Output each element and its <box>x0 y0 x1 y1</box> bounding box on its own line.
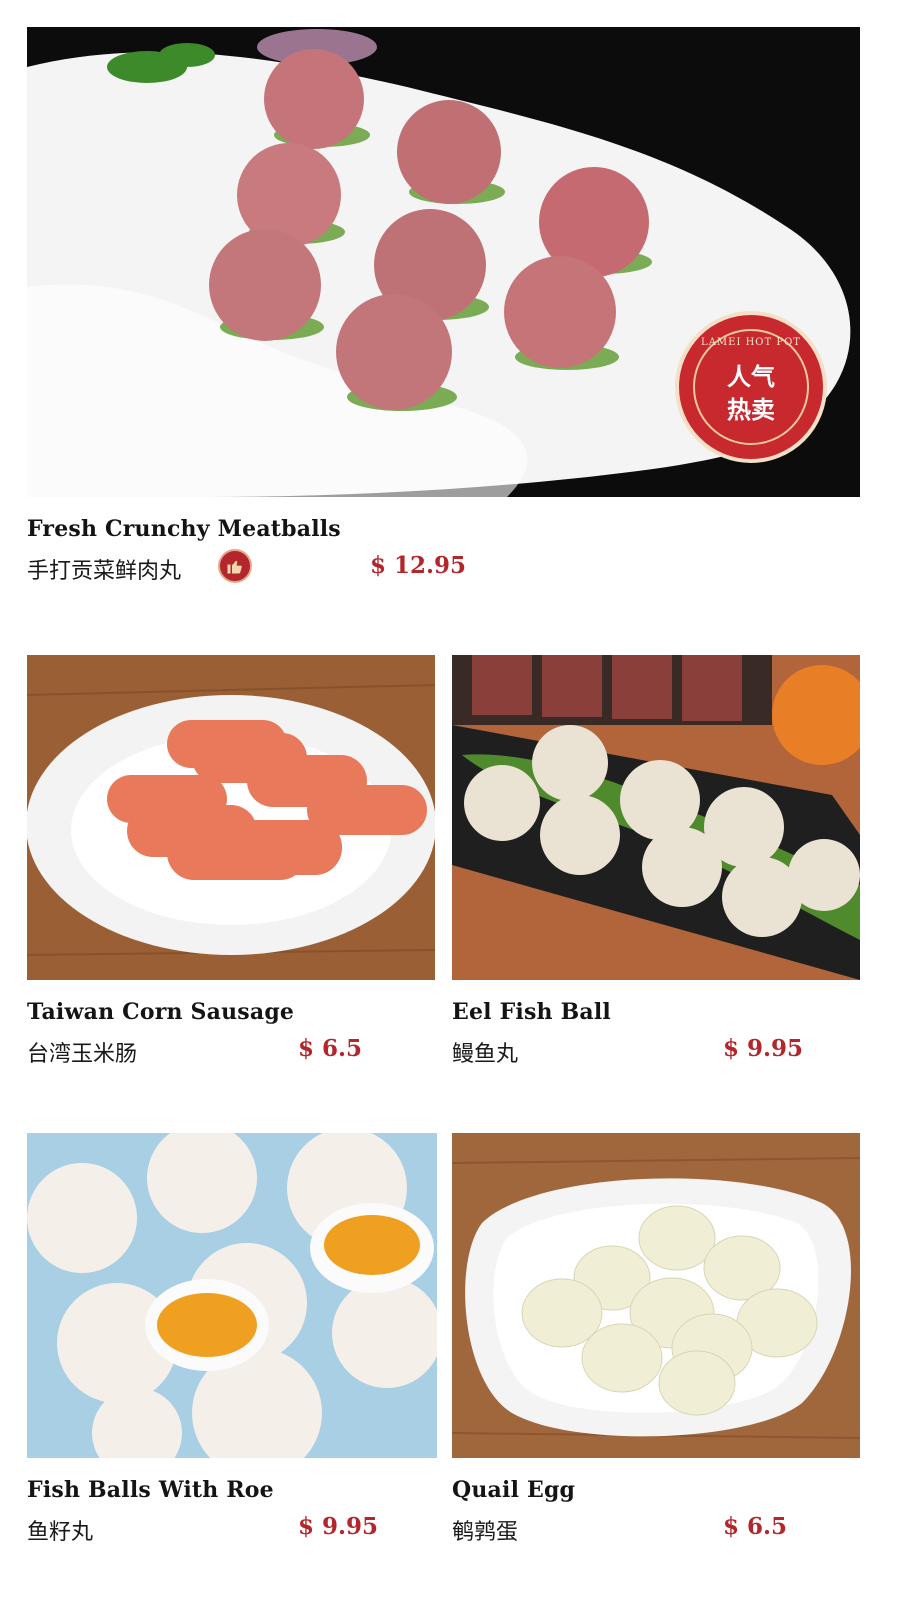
item-price: $ 9.95 <box>723 1035 804 1062</box>
item-name-cn: 手打贡菜鲜肉丸 <box>27 559 182 584</box>
item-price: $ 12.95 <box>370 552 467 579</box>
corn-sausage-photo <box>27 655 435 980</box>
badge-line1: 人气 <box>727 363 775 391</box>
item-name-en: Quail Egg <box>452 1477 576 1503</box>
item-name-cn: 鱼籽丸 <box>27 1520 94 1545</box>
item-name-cn: 台湾玉米肠 <box>27 1042 138 1067</box>
badge-line2: 热卖 <box>727 396 775 424</box>
item-price: $ 9.95 <box>298 1513 379 1540</box>
item-name-en: Taiwan Corn Sausage <box>27 999 295 1025</box>
quail-egg-photo <box>452 1133 860 1458</box>
popular-badge: LAMEI HOT POT 人气 热卖 <box>675 311 827 463</box>
item-name-cn: 鹌鹑蛋 <box>452 1520 519 1545</box>
item-name-en: Fresh Crunchy Meatballs <box>27 516 341 542</box>
item-price: $ 6.5 <box>723 1513 788 1540</box>
fish-balls-roe-photo <box>27 1133 437 1458</box>
item-name-en: Fish Balls With Roe <box>27 1477 274 1503</box>
item-name-cn: 鳗鱼丸 <box>452 1042 519 1067</box>
item-price: $ 6.5 <box>298 1035 363 1062</box>
thumbs-up-icon <box>218 549 252 583</box>
item-name-en: Eel Fish Ball <box>452 999 611 1025</box>
eel-fish-ball-photo <box>452 655 860 980</box>
badge-ring-text: LAMEI HOT POT <box>701 337 801 348</box>
